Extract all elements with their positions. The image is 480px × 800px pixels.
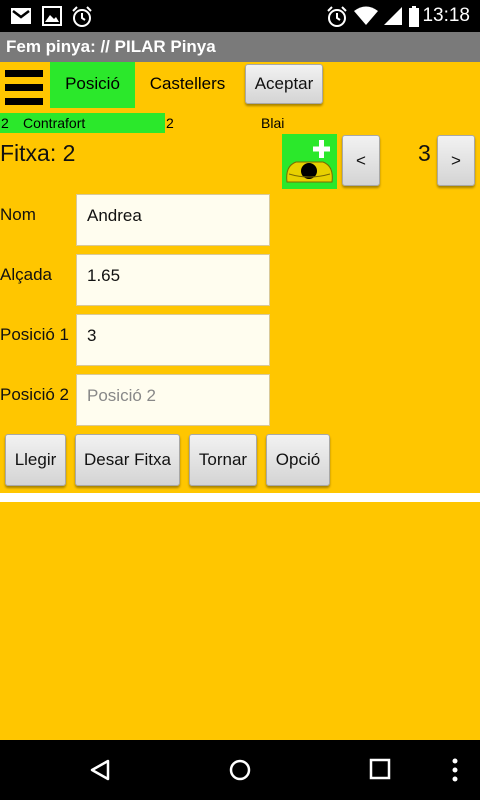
fitxa-label: Fitxa: 2 (0, 140, 76, 166)
app-title: Fem pinya: // PILAR Pinya (0, 32, 480, 62)
divider (0, 493, 480, 502)
aceptar-button[interactable]: Aceptar (245, 64, 323, 104)
nom-field[interactable]: Andrea (76, 194, 270, 246)
alcada-field[interactable]: 1.65 (76, 254, 270, 306)
posicio2-field[interactable]: Posició 2 (76, 374, 270, 426)
alcada-label: Alçada (0, 265, 52, 284)
casteller-name: Blai (261, 115, 285, 131)
opcio-button[interactable]: Opció (266, 434, 330, 486)
image-icon (42, 6, 62, 26)
wifi-icon (354, 6, 378, 25)
status-bar: 13:18 (0, 0, 480, 32)
signal-icon (384, 7, 402, 25)
selected-position-row[interactable]: 2 Contrafort 2 Blai (0, 113, 480, 133)
record-counter: 3 (418, 140, 431, 166)
posicio2-label: Posició 2 (0, 385, 69, 404)
tab-posicio[interactable]: Posició (50, 62, 135, 108)
navigation-bar (0, 740, 480, 800)
recents-icon[interactable] (369, 758, 391, 780)
position-count: 2 (166, 115, 174, 131)
tab-castellers[interactable]: Castellers (140, 62, 235, 108)
overflow-menu-icon[interactable] (451, 758, 459, 782)
llegir-button[interactable]: Llegir (5, 434, 66, 486)
alarm-icon (327, 6, 347, 27)
posicio1-field[interactable]: 3 (76, 314, 270, 366)
back-icon[interactable] (88, 758, 112, 782)
battery-icon (409, 6, 419, 27)
hamburger-menu-icon[interactable] (5, 70, 43, 106)
next-button[interactable]: > (437, 135, 475, 186)
home-icon[interactable] (228, 758, 252, 782)
gmail-icon (11, 8, 31, 24)
tornar-button[interactable]: Tornar (189, 434, 257, 486)
posicio1-label: Posició 1 (0, 325, 69, 344)
previous-button[interactable]: < (342, 135, 380, 186)
add-casteller-icon[interactable] (282, 134, 337, 189)
status-time: 13:18 (422, 5, 470, 26)
desar-fitxa-button[interactable]: Desar Fitxa (75, 434, 180, 486)
position-number: 2 (1, 115, 9, 131)
position-name: Contrafort (23, 115, 86, 131)
alarm-icon (72, 6, 92, 27)
nom-label: Nom (0, 205, 36, 224)
